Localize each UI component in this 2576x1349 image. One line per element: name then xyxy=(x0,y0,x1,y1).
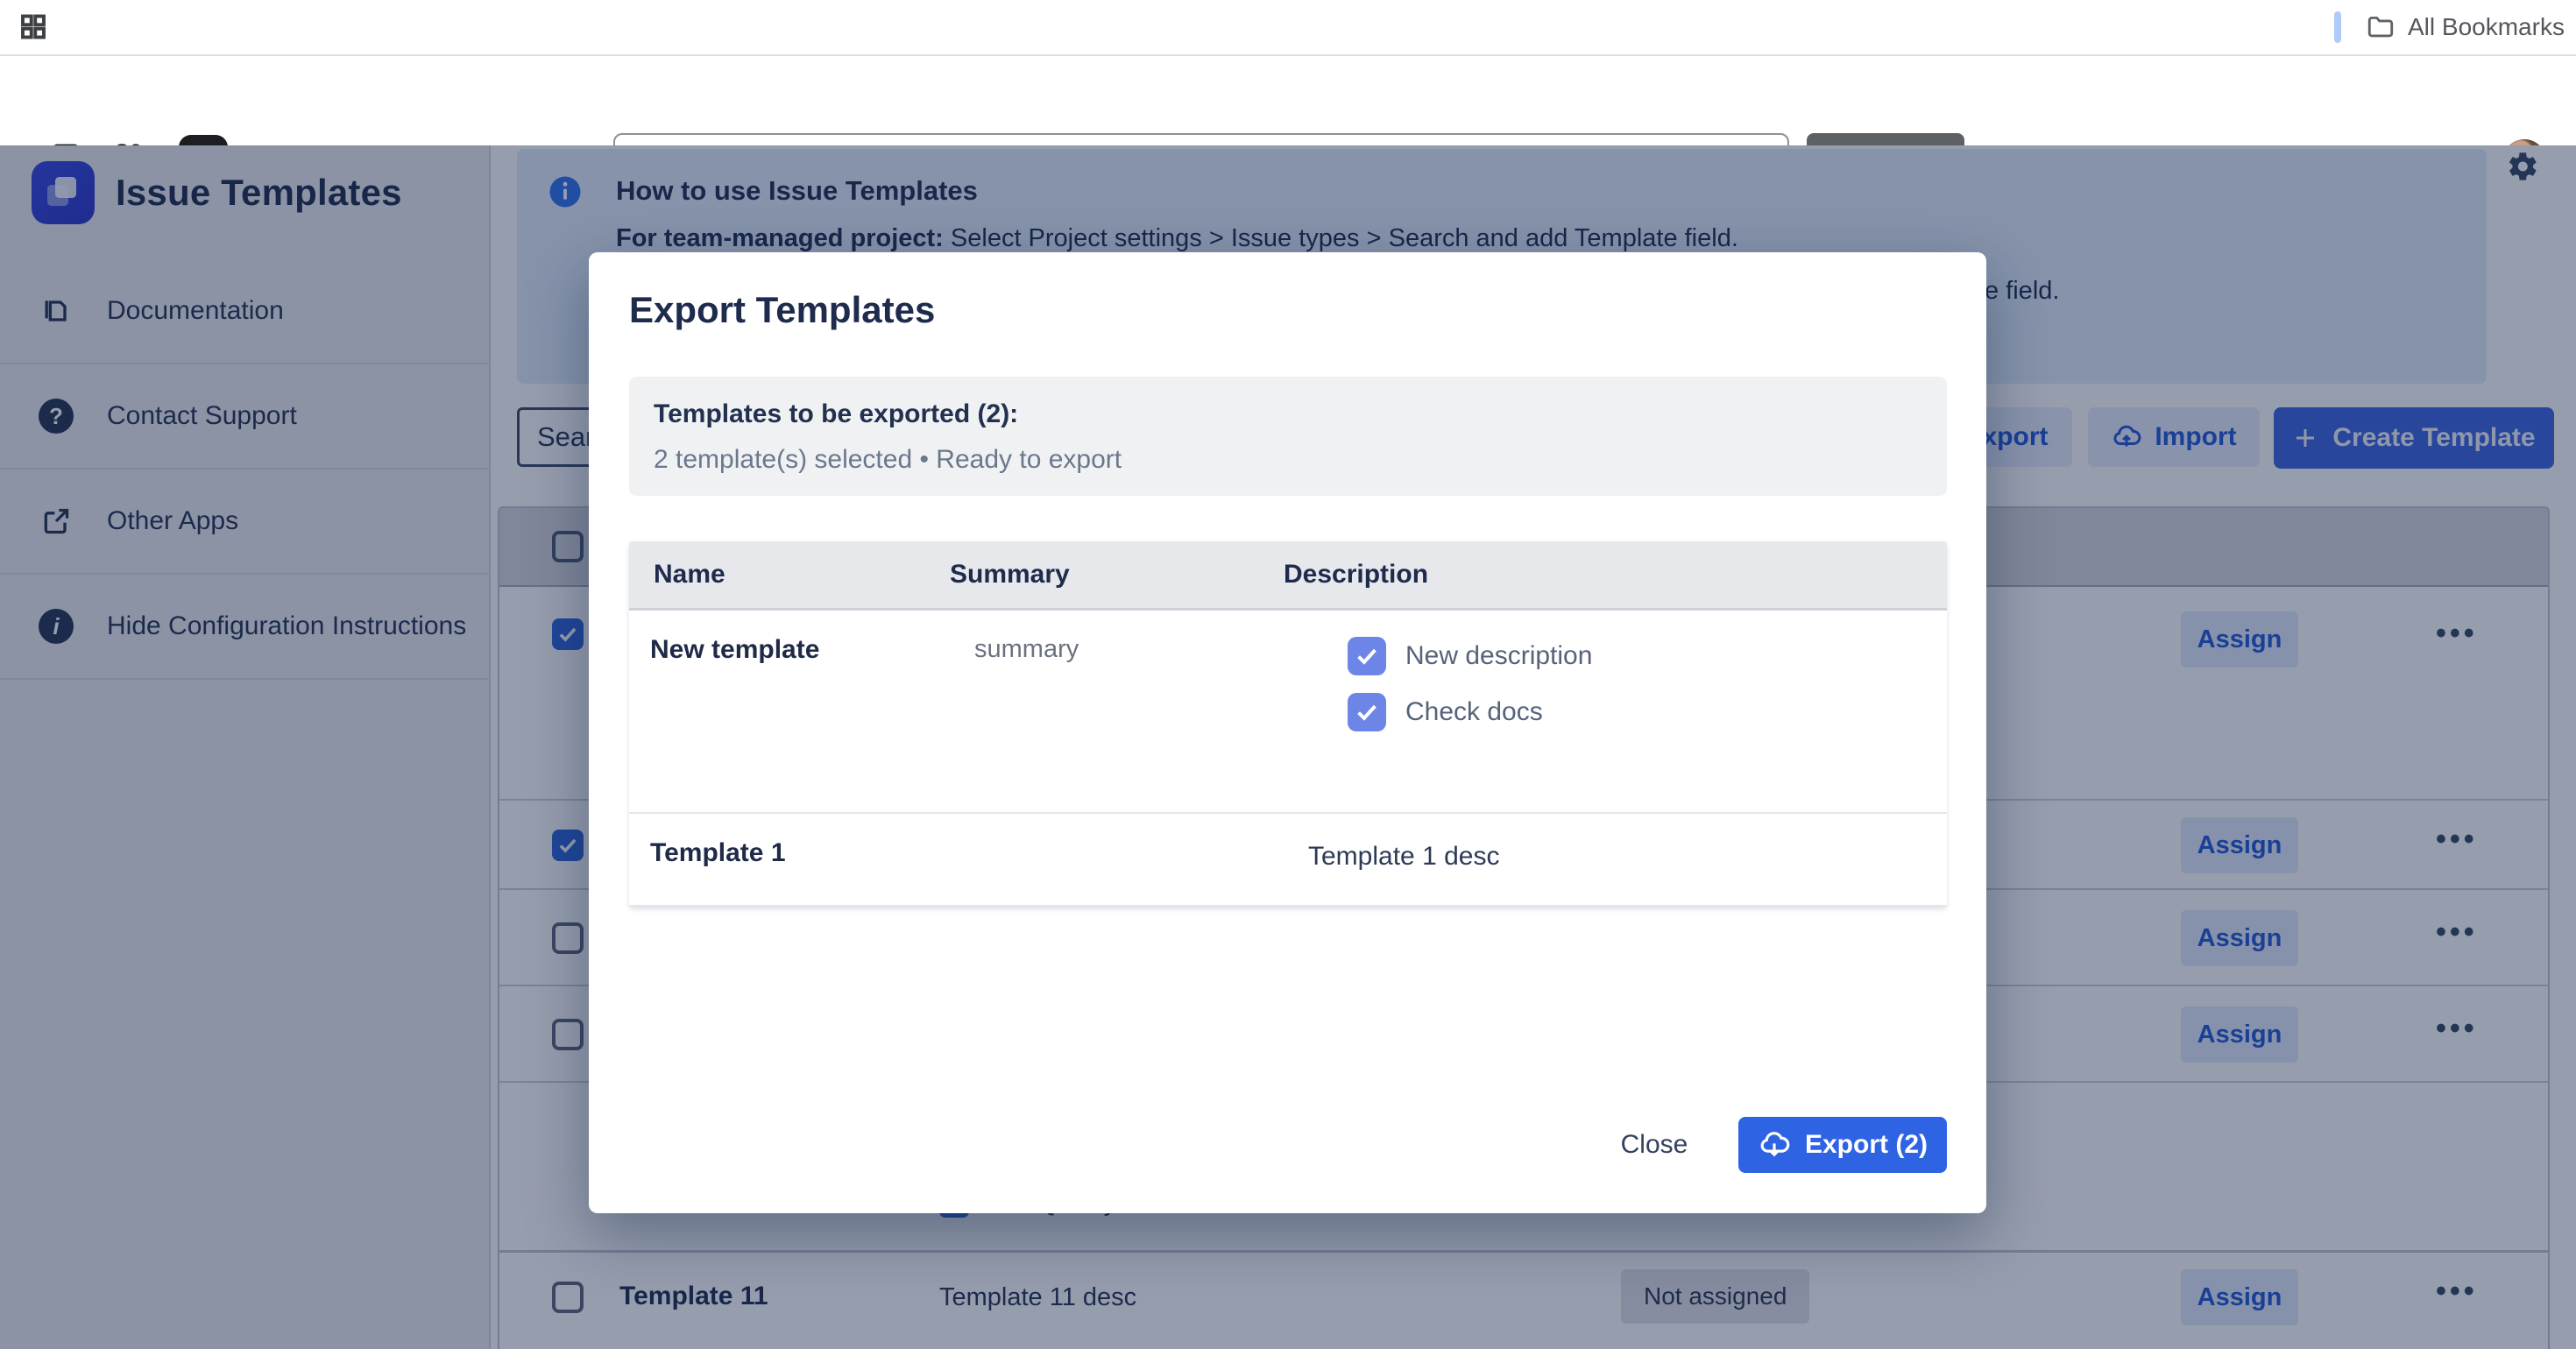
summary-title: Templates to be exported (2): xyxy=(654,399,1947,429)
banner-title: How to use Issue Templates xyxy=(616,175,978,207)
create-template-button[interactable]: Create Template xyxy=(2274,407,2554,469)
export-table-header: Name Summary Description xyxy=(629,541,1947,611)
bookmark-divider xyxy=(2334,11,2341,43)
assign-button[interactable]: Assign xyxy=(2181,1006,2298,1063)
checkbox-label: Check docs xyxy=(1405,697,1543,727)
documentation-icon xyxy=(39,293,74,328)
select-all-checkbox[interactable] xyxy=(552,531,584,562)
app-header: Issue Templates xyxy=(32,161,402,224)
export-row-template-1: Template 1 Template 1 desc xyxy=(629,814,1947,907)
export-summary-box: Templates to be exported (2): 2 template… xyxy=(629,377,1947,496)
sidebar-item-label: Hide Configuration Instructions xyxy=(107,611,466,641)
table-row-template-11: Template 11 Template 11 desc Not assigne… xyxy=(499,1255,2548,1349)
row-menu-button[interactable]: ••• xyxy=(2436,617,2478,651)
sidebar-item-documentation[interactable]: Documentation xyxy=(0,259,491,364)
cell-name: New template xyxy=(650,635,819,665)
import-label: Import xyxy=(2155,422,2236,452)
export-confirm-button[interactable]: Export (2) xyxy=(1738,1117,1947,1173)
checkbox-label: New description xyxy=(1405,641,1592,671)
banner-instruction: For team-managed project: Select Project… xyxy=(616,224,1738,253)
cloud-download-icon xyxy=(1758,1128,1791,1162)
sidebar-item-label: Documentation xyxy=(107,296,284,326)
export-table: Name Summary Description New template su… xyxy=(629,541,1947,907)
export-row-new-template: New template summary New description Che… xyxy=(629,611,1947,814)
row-menu-button[interactable]: ••• xyxy=(2436,1012,2478,1046)
sidebar-item-label: Contact Support xyxy=(107,401,297,431)
browser-grid-icon[interactable] xyxy=(18,12,49,44)
modal-title: Export Templates xyxy=(629,289,935,331)
cloud-upload-icon xyxy=(2111,421,2142,453)
column-header-summary: Summary xyxy=(950,560,1284,590)
status-badge: Not assigned xyxy=(1621,1269,1809,1324)
export-templates-modal: Export Templates Templates to be exporte… xyxy=(589,252,1986,1213)
cell-summary: summary xyxy=(974,635,1079,664)
checked-checkbox[interactable] xyxy=(1348,637,1386,675)
summary-subtitle: 2 template(s) selected • Ready to export xyxy=(654,445,1947,475)
sidebar-item-other-apps[interactable]: Other Apps xyxy=(0,470,491,575)
import-templates-button[interactable]: Import xyxy=(2088,407,2260,467)
plus-icon xyxy=(2292,425,2318,451)
row-menu-button[interactable]: ••• xyxy=(2436,823,2478,857)
row-checkbox-checked[interactable] xyxy=(552,618,584,650)
banner-instruction-fragment: e field. xyxy=(1985,277,2059,306)
assign-button[interactable]: Assign xyxy=(2181,817,2298,873)
sidebar-item-label: Other Apps xyxy=(107,506,238,536)
sidebar-item-contact-support[interactable]: ? Contact Support xyxy=(0,364,491,470)
issue-templates-app-icon xyxy=(32,161,95,224)
description-option: Check docs xyxy=(1348,693,1543,731)
question-icon: ? xyxy=(39,399,74,434)
app-title: Issue Templates xyxy=(116,172,402,214)
column-header-description: Description xyxy=(1284,560,1428,590)
row-menu-button[interactable]: ••• xyxy=(2436,915,2478,950)
template-description: Template 11 desc xyxy=(939,1283,1136,1312)
create-template-label: Create Template xyxy=(2332,423,2535,453)
info-icon: i xyxy=(39,609,74,644)
top-navbar: Jira Create xyxy=(0,56,2576,146)
external-link-icon xyxy=(39,504,74,539)
column-header-name: Name xyxy=(629,560,950,590)
description-option: New description xyxy=(1348,637,1592,675)
assign-button[interactable]: Assign xyxy=(2181,910,2298,966)
cell-name: Template 1 xyxy=(650,838,786,868)
all-bookmarks-button[interactable]: All Bookmarks xyxy=(2366,12,2565,42)
folder-icon xyxy=(2366,12,2396,42)
checked-checkbox[interactable] xyxy=(1348,693,1386,731)
screen: All Bookmarks Jira xyxy=(0,0,2576,1349)
row-checkbox[interactable] xyxy=(552,1019,584,1050)
close-button[interactable]: Close xyxy=(1602,1117,1707,1173)
row-checkbox-checked[interactable] xyxy=(552,830,584,861)
sidebar: Issue Templates Documentation ? Contact … xyxy=(0,145,491,1349)
export-confirm-label: Export (2) xyxy=(1805,1130,1928,1160)
template-name: Template 11 xyxy=(619,1282,768,1311)
assign-button[interactable]: Assign xyxy=(2181,611,2298,667)
row-menu-button[interactable]: ••• xyxy=(2436,1275,2478,1309)
cell-description: Template 1 desc xyxy=(1308,842,1499,872)
assign-button[interactable]: Assign xyxy=(2181,1269,2298,1325)
banner-info-icon xyxy=(547,173,584,210)
sidebar-item-hide-configuration[interactable]: i Hide Configuration Instructions xyxy=(0,575,491,680)
row-checkbox[interactable] xyxy=(552,922,584,954)
row-checkbox[interactable] xyxy=(552,1282,584,1313)
browser-bar: All Bookmarks xyxy=(0,0,2576,56)
page-settings-gear-icon[interactable] xyxy=(2502,147,2541,186)
banner-lead: For team-managed project: xyxy=(616,224,944,252)
all-bookmarks-label: All Bookmarks xyxy=(2408,13,2565,41)
